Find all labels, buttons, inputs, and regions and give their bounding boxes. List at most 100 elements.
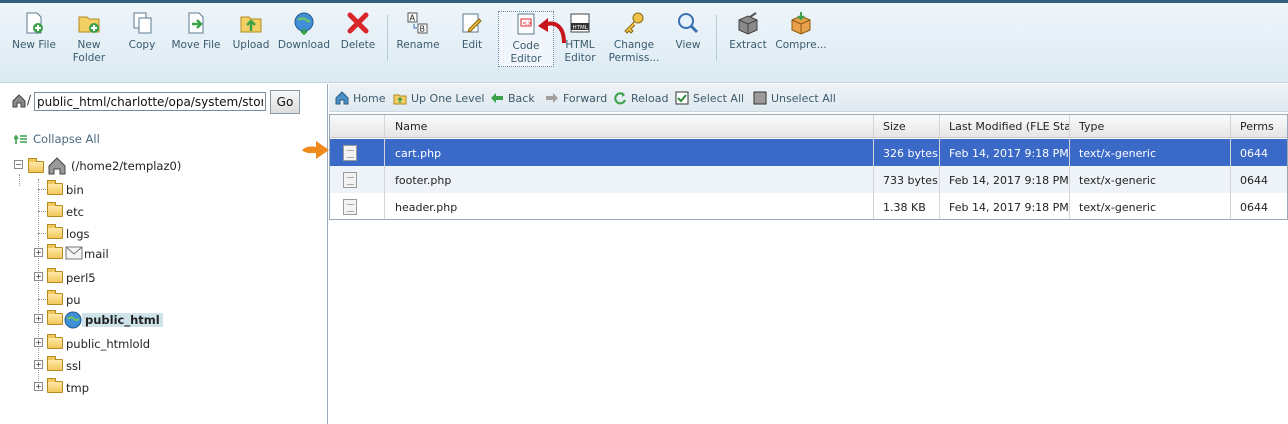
rename-button[interactable]: AB Rename bbox=[390, 11, 446, 67]
nav-reload[interactable]: Reload bbox=[613, 91, 668, 105]
folder-icon bbox=[47, 310, 63, 325]
file-type: text/x-generic bbox=[1079, 174, 1157, 187]
html-editor-label: HTML Editor bbox=[564, 39, 596, 64]
file-perms: 0644 bbox=[1240, 147, 1268, 160]
expand-toggle-icon[interactable]: + bbox=[34, 360, 43, 369]
new-file-icon bbox=[26, 12, 43, 34]
collapse-all-label: Collapse All bbox=[33, 132, 100, 146]
new-file-button[interactable]: New File bbox=[6, 11, 62, 67]
download-globe-icon bbox=[294, 12, 314, 35]
copy-label: Copy bbox=[128, 39, 156, 51]
svg-text:B: B bbox=[420, 25, 426, 34]
html-editor-icon: HTML bbox=[570, 13, 590, 33]
extract-label: Extract bbox=[729, 39, 767, 51]
new-folder-button[interactable]: New Folder bbox=[61, 11, 117, 67]
table-row[interactable]: header.php 1.38 KB Feb 14, 2017 9:18 PM … bbox=[330, 193, 1287, 220]
toolbar-separator-2 bbox=[716, 15, 717, 61]
collapse-arrow-icon bbox=[14, 134, 27, 144]
file-modified: Feb 14, 2017 9:18 PM bbox=[949, 147, 1069, 160]
nav-reload-label: Reload bbox=[631, 92, 669, 105]
new-folder-icon bbox=[78, 16, 100, 33]
column-header-size[interactable]: Size bbox=[883, 120, 906, 133]
path-input[interactable] bbox=[34, 92, 266, 111]
key-icon bbox=[624, 12, 644, 34]
file-name: cart.php bbox=[395, 147, 442, 160]
expand-toggle-icon[interactable]: + bbox=[34, 248, 43, 257]
file-icon bbox=[343, 199, 357, 215]
file-size: 1.38 KB bbox=[883, 201, 926, 214]
file-modified: Feb 14, 2017 9:18 PM bbox=[949, 201, 1069, 214]
file-perms: 0644 bbox=[1240, 201, 1268, 214]
folder-icon bbox=[47, 202, 63, 217]
checkbox-checked-icon bbox=[675, 91, 689, 105]
copy-button[interactable]: Copy bbox=[114, 11, 170, 67]
new-folder-label: New Folder bbox=[72, 39, 106, 64]
collapse-toggle-icon[interactable]: − bbox=[14, 160, 23, 169]
column-divider[interactable] bbox=[939, 115, 940, 219]
expand-toggle-icon[interactable]: + bbox=[34, 314, 43, 323]
download-label: Download bbox=[277, 39, 331, 51]
change-permissions-button[interactable]: Change Permiss... bbox=[606, 11, 662, 67]
svg-text:A: A bbox=[410, 14, 416, 23]
file-perms: 0644 bbox=[1240, 174, 1268, 187]
tree-folder-label: mail bbox=[84, 247, 109, 261]
nav-forward-label: Forward bbox=[563, 92, 608, 105]
html-editor-button[interactable]: HTML HTML Editor bbox=[552, 11, 608, 67]
expand-toggle-icon[interactable]: + bbox=[34, 338, 43, 347]
nav-select-all[interactable]: Select All bbox=[675, 91, 744, 105]
nav-unselect-all[interactable]: Unselect All bbox=[753, 91, 836, 105]
move-file-button[interactable]: Move File bbox=[168, 11, 224, 67]
open-folder-icon bbox=[28, 158, 44, 173]
compress-button[interactable]: Compre... bbox=[773, 11, 829, 67]
file-icon bbox=[343, 145, 357, 161]
column-divider[interactable] bbox=[1230, 115, 1231, 219]
copy-icon bbox=[133, 12, 152, 34]
forward-arrow-icon bbox=[546, 93, 558, 103]
rename-label: Rename bbox=[396, 39, 440, 51]
nav-up-one-level[interactable]: Up One Level bbox=[393, 91, 484, 105]
nav-forward[interactable]: Forward bbox=[545, 91, 607, 105]
upload-button[interactable]: Upload bbox=[223, 11, 279, 67]
column-header-type[interactable]: Type bbox=[1079, 120, 1104, 133]
expand-toggle-icon[interactable]: + bbox=[34, 382, 43, 391]
file-type: text/x-generic bbox=[1079, 201, 1157, 214]
extract-button[interactable]: Extract bbox=[720, 11, 776, 67]
column-header-name[interactable]: Name bbox=[395, 120, 427, 133]
folder-icon bbox=[47, 334, 63, 349]
collapse-all-link[interactable]: Collapse All bbox=[14, 132, 100, 146]
home-icon[interactable] bbox=[12, 94, 26, 108]
column-header-perms[interactable]: Perms bbox=[1240, 120, 1274, 133]
expand-toggle-icon[interactable]: + bbox=[34, 272, 43, 281]
compress-box-icon bbox=[791, 12, 811, 35]
file-list-pane: Home Up One Level Back Forward Reload Se… bbox=[329, 84, 1288, 424]
column-divider[interactable] bbox=[1069, 115, 1070, 219]
column-header-last-modified[interactable]: Last Modified (FLE Stand bbox=[949, 120, 1069, 133]
nav-up-label: Up One Level bbox=[411, 92, 485, 105]
column-divider[interactable] bbox=[873, 115, 874, 219]
go-button[interactable]: Go bbox=[270, 90, 300, 114]
folder-icon bbox=[47, 180, 63, 195]
nav-home[interactable]: Home bbox=[335, 91, 385, 105]
file-icon bbox=[343, 172, 357, 188]
directory-tree-pane: / Go Collapse All − (/home2/templaz0) bi… bbox=[0, 84, 328, 424]
download-button[interactable]: Download bbox=[276, 11, 332, 67]
edit-button[interactable]: Edit bbox=[444, 11, 500, 67]
delete-x-icon bbox=[347, 12, 369, 34]
delete-button[interactable]: Delete bbox=[330, 11, 386, 67]
compress-label: Compre... bbox=[775, 39, 827, 51]
column-divider[interactable] bbox=[384, 115, 385, 219]
view-button[interactable]: View bbox=[660, 11, 716, 67]
orange-pointer-arrow-icon bbox=[302, 141, 329, 159]
nav-back[interactable]: Back bbox=[490, 91, 535, 105]
file-size: 733 bytes bbox=[883, 174, 938, 187]
tree-folder-label: ssl bbox=[66, 359, 82, 373]
table-row[interactable]: cart.php 326 bytes Feb 14, 2017 9:18 PM … bbox=[330, 139, 1287, 166]
tree-folder-label: etc bbox=[66, 205, 84, 219]
table-row[interactable]: footer.php 733 bytes Feb 14, 2017 9:18 P… bbox=[330, 166, 1287, 193]
home-icon bbox=[335, 91, 349, 105]
nav-back-label: Back bbox=[508, 92, 535, 105]
tree-root-label: (/home2/templaz0) bbox=[71, 159, 182, 173]
svg-text:HTML: HTML bbox=[573, 25, 589, 31]
nav-unselect-all-label: Unselect All bbox=[771, 92, 836, 105]
toolbar: New File New Folder Copy Move File Upload… bbox=[0, 3, 1288, 83]
